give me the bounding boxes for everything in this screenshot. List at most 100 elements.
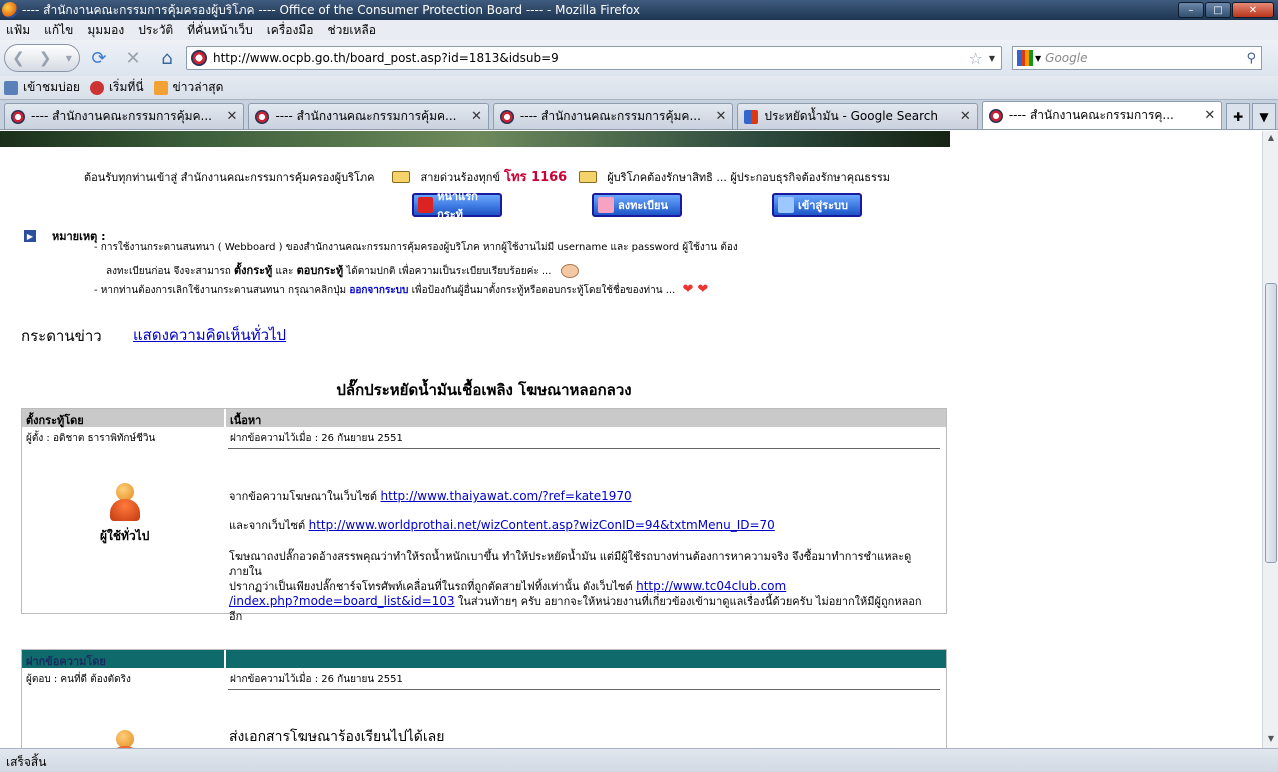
body-text: จากข้อความโฆษณาในเว็บไซต์ [229, 490, 378, 503]
tab-5-active[interactable]: ---- สำนักงานคณะกรรมการคุ... ✕ [981, 101, 1223, 129]
logout-link[interactable]: ออกจากระบบ [349, 285, 408, 296]
menu-file[interactable]: แฟ้ม [6, 21, 30, 40]
menu-tools[interactable]: เครื่องมือ [267, 21, 314, 40]
search-box[interactable]: ▼ Google ⚲ [1012, 46, 1262, 70]
window-controls: – □ ✕ [1178, 2, 1274, 18]
close-tab-icon[interactable]: ✕ [960, 109, 971, 124]
url-bar[interactable]: http://www.ocpb.go.th/board_post.asp?id=… [186, 46, 1002, 70]
heart-icon: ❤ [682, 282, 694, 297]
computer-icon [778, 197, 794, 213]
header-author-col: ฝากข้อความโดย [22, 650, 226, 668]
minimize-button[interactable]: – [1178, 2, 1204, 18]
status-bar: เสร็จสิ้น [0, 748, 1278, 772]
back-arrow-icon[interactable]: ❮ [12, 49, 25, 67]
scroll-thumb[interactable] [1265, 283, 1277, 563]
note-text: เพื่อป้องกันผู้อื่นมาตั้งกระทู้หรือตอบกร… [411, 285, 676, 296]
history-dropdown-icon[interactable]: ▼ [66, 54, 72, 63]
window-titlebar: ---- สำนักงานคณะกรรมการคุ้มครองผู้บริโภค… [0, 0, 1278, 20]
close-window-button[interactable]: ✕ [1232, 2, 1274, 18]
note-line-3: - หากท่านต้องการเลิกใช้งานกระดานสนทนา กร… [94, 282, 708, 298]
tab-4[interactable]: ประหยัดน้ำมัน - Google Search ✕ [737, 103, 978, 129]
bookmark-star-icon[interactable]: ☆ [969, 49, 983, 68]
tc04club-link[interactable]: http://www.tc04club.com [636, 579, 786, 593]
scroll-down-icon[interactable]: ▼ [1265, 734, 1277, 746]
hotline-label: สายด่วนร้องทุกข์ [420, 170, 500, 184]
google-favicon-icon [744, 109, 759, 124]
arrow-bullet-icon: ▶ [24, 230, 36, 242]
menu-edit[interactable]: แก้ไข [44, 21, 73, 40]
rss-icon [153, 80, 168, 95]
tc04club-link-continued[interactable]: /index.php?mode=board_list&id=103 [229, 594, 455, 608]
search-input[interactable]: Google [1045, 51, 1246, 65]
tab-3[interactable]: ---- สำนักงานคณะกรรมการคุ้มค... ✕ [492, 103, 734, 129]
menu-bookmarks[interactable]: ที่คั่นหน้าเว็บ [187, 21, 252, 40]
firefox-icon [2, 2, 18, 18]
body-text: และจากเว็บไซต์ [229, 519, 306, 532]
vertical-scrollbar[interactable]: ▲ ▼ [1262, 131, 1278, 748]
close-tab-icon[interactable]: ✕ [471, 109, 482, 124]
board-category-link[interactable]: แสดงความคิดเห็นทั่วไป [133, 323, 286, 347]
bookmark-latest-headlines[interactable]: ข่าวล่าสุด [153, 78, 223, 97]
post-body: โฆษณาถงปลั๊กอวดอ้างสรรพคุณว่าทำให้รถน้ำห… [229, 549, 929, 624]
thaiyawat-link[interactable]: http://www.thaiyawat.com/?ref=kate1970 [381, 489, 632, 503]
page-viewport: ต้อนรับทุกท่านเข้าสู่ สำนักงานคณะกรรมการ… [0, 131, 1262, 748]
post-body: จากข้อความโฆษณาในเว็บไซต์ http://www.tha… [229, 489, 929, 504]
tab-label: ประหยัดน้ำมัน - Google Search [764, 109, 938, 123]
ocpb-favicon-icon [499, 109, 514, 124]
menu-history[interactable]: ประวัติ [138, 21, 173, 40]
note-text: - หากท่านต้องการเลิกใช้งานกระดานสนทนา กร… [94, 285, 347, 296]
google-engine-icon[interactable] [1017, 50, 1033, 66]
login-button[interactable]: เข้าสู่ระบบ [772, 193, 862, 217]
bookmarks-toolbar: เข้าชมบ่อย เริ่มที่นี่ ข่าวล่าสุด [0, 76, 1278, 100]
search-icon[interactable]: ⚲ [1246, 51, 1256, 66]
button-label: ลงทะเบียน [618, 199, 668, 212]
site-favicon-icon [191, 50, 207, 66]
post-meta: ผู้ตอบ : คนที่ดี ต้องตัดริง ฝากข้อความไว… [22, 668, 946, 690]
tab-2[interactable]: ---- สำนักงานคณะกรรมการคุ้มค... ✕ [248, 103, 489, 129]
post-author: ผู้ตั้ง : อดิชาต ธาราพิทักษ์ชีวิน [26, 433, 156, 444]
post-header: ฝากข้อความโดย [22, 650, 946, 668]
tab-label: ---- สำนักงานคณะกรรมการคุ้มค... [275, 109, 457, 123]
post-date: ฝากข้อความไว้เมื่อ : 26 กันยายน 2551 [228, 427, 940, 449]
header-author-col: ตั้งกระทู้โดย [22, 409, 226, 427]
note-emphasis: ตั้งกระทู้ [234, 264, 273, 277]
body-text: ปรากฏว่าเป็นเพียงปลั๊กชาร์จโทรศัพท์เคลื่… [229, 580, 633, 593]
url-text[interactable]: http://www.ocpb.go.th/board_post.asp?id=… [213, 51, 969, 65]
close-tab-icon[interactable]: ✕ [715, 109, 726, 124]
slogan-text: ผู้บริโภคต้องรักษาสิทธิ ... ผู้ประกอบธุร… [607, 170, 891, 184]
tab-label: ---- สำนักงานคณะกรรมการคุ้มค... [31, 109, 212, 123]
url-dropdown-icon[interactable]: ▼ [989, 54, 995, 63]
post-header: ตั้งกระทู้โดย เนื้อหา [22, 409, 946, 427]
note-line-1: - การใช้งานกระดานสนทนา ( Webboard ) ของส… [94, 242, 738, 253]
menu-help[interactable]: ช่วยเหลือ [327, 21, 376, 40]
maximize-button[interactable]: □ [1205, 2, 1231, 18]
scroll-up-icon[interactable]: ▲ [1265, 133, 1277, 145]
note-icon [392, 170, 411, 183]
board-home-button[interactable]: หน้าแรกกระทู้ [412, 190, 502, 221]
close-tab-icon[interactable]: ✕ [227, 109, 238, 124]
bookmark-getting-started[interactable]: เริ่มที่นี่ [89, 78, 144, 97]
tab-list-icon[interactable]: ▼ [1252, 103, 1276, 129]
home-icon[interactable]: ⌂ [152, 45, 182, 71]
board-title: กระดานข่าว [21, 327, 102, 345]
bookmark-most-visited[interactable]: เข้าชมบ่อย [4, 78, 80, 97]
tab-1[interactable]: ---- สำนักงานคณะกรรมการคุ้มค... ✕ [4, 103, 245, 129]
stop-icon[interactable]: ✕ [118, 45, 148, 71]
close-tab-icon[interactable]: ✕ [1204, 108, 1215, 123]
bookmark-label: เริ่มที่นี่ [108, 80, 144, 94]
post-original: ตั้งกระทู้โดย เนื้อหา ผู้ตั้ง : อดิชาต ธ… [21, 408, 947, 623]
button-label: เข้าสู่ระบบ [798, 199, 848, 212]
register-button[interactable]: ลงทะเบียน [592, 193, 682, 217]
worldprothai-link[interactable]: http://www.worldprothai.net/wizContent.a… [309, 518, 775, 532]
menu-view[interactable]: มุมมอง [87, 21, 124, 40]
reload-icon[interactable]: ⟳ [84, 45, 114, 71]
new-tab-icon[interactable]: ✚ [1226, 103, 1251, 129]
topic-title: ปลั๊กประหยัดน้ำมันเชื้อเพลิง โฆษณาหลอกลว… [336, 381, 632, 399]
hotline-number: โทร 1166 [503, 170, 568, 185]
engine-dropdown-icon[interactable]: ▼ [1035, 54, 1041, 63]
smiley-icon [560, 264, 579, 278]
forward-arrow-icon[interactable]: ❯ [39, 49, 52, 67]
reply-body: ส่งเอกสารโฆษณาร้องเรียนไปได้เลย [229, 729, 445, 745]
note-text: ลงทะเบียนก่อน จึงจะสามารถ [106, 266, 231, 277]
header-content-col [226, 650, 946, 668]
